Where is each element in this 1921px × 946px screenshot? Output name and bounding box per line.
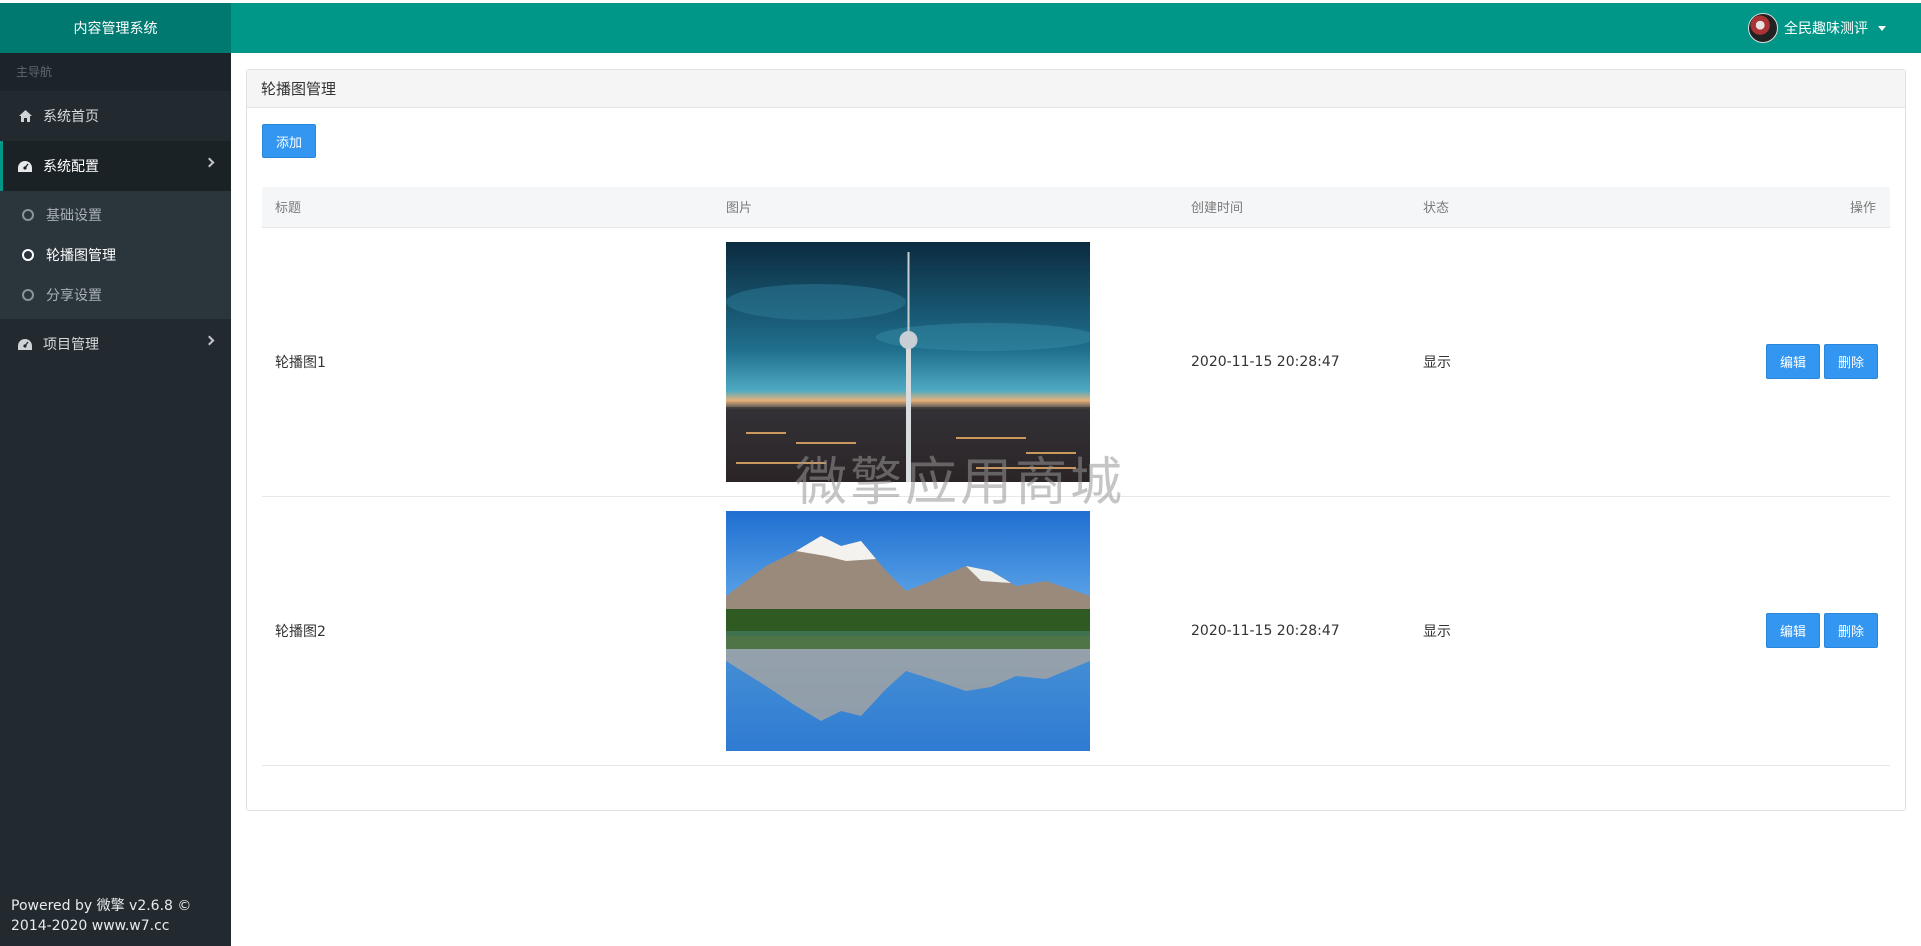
carousel-table: 标题 图片 创建时间 状态 操作 轮播图1 2020-11-15 20:28:4… — [262, 187, 1890, 766]
chevron-right-icon — [204, 157, 215, 168]
content-panel: 轮播图管理 添加 标题 图片 创建时间 状态 操作 轮播图1 2020-11-1… — [246, 69, 1906, 811]
top-bar — [0, 3, 1921, 53]
row-status: 显示 — [1423, 623, 1451, 640]
row-title: 轮播图2 — [275, 623, 326, 640]
row-image-cell — [713, 496, 1178, 765]
avatar — [1748, 13, 1778, 43]
panel-title: 轮播图管理 — [247, 70, 1905, 108]
sidebar-item-home[interactable]: 系统首页 — [0, 91, 231, 141]
sidebar-item-label: 项目管理 — [43, 337, 99, 353]
sidebar-item-project-management[interactable]: 项目管理 — [0, 319, 231, 369]
sidebar-item-label: 系统首页 — [43, 109, 99, 125]
sidebar-subitem-basic-settings[interactable]: 基础设置 — [0, 195, 231, 235]
dashboard-icon — [18, 159, 32, 173]
circle-icon — [22, 249, 34, 261]
caret-down-icon — [1878, 25, 1886, 31]
row-created: 2020-11-15 20:28:47 — [1191, 622, 1340, 639]
chevron-right-icon — [204, 335, 215, 346]
subitem-label: 基础设置 — [46, 208, 102, 224]
add-button[interactable]: 添加 — [262, 124, 316, 158]
row-title: 轮播图1 — [275, 354, 326, 371]
row-status: 显示 — [1423, 354, 1451, 371]
column-header-created: 创建时间 — [1191, 201, 1244, 217]
sidebar: 主导航 系统首页 系统配置 基础设置 轮播图管理 分享设置 项目管理 Power… — [0, 53, 231, 946]
row-actions: 编辑 删除 — [1640, 227, 1890, 496]
subitem-label: 分享设置 — [46, 288, 102, 304]
edit-button[interactable]: 编辑 — [1766, 613, 1820, 648]
circle-icon — [22, 209, 34, 221]
row-actions: 编辑 删除 — [1640, 496, 1890, 765]
footer-line: 2014-2020 www.w7.cc — [11, 918, 170, 934]
column-header-image: 图片 — [726, 201, 753, 217]
footer-line: Powered by 微擎 v2.6.8 © — [11, 898, 192, 914]
subnav: 基础设置 轮播图管理 分享设置 — [0, 191, 231, 319]
home-icon — [18, 109, 32, 123]
app-brand: 内容管理系统 — [0, 3, 231, 53]
dashboard-icon — [18, 337, 32, 351]
nav-caption: 主导航 — [0, 53, 231, 91]
sidebar-subitem-carousel[interactable]: 轮播图管理 — [0, 235, 231, 275]
subitem-label: 轮播图管理 — [46, 248, 116, 264]
row-image-cell — [713, 227, 1178, 496]
sidebar-item-label: 系统配置 — [43, 159, 99, 175]
column-header-title: 标题 — [275, 201, 302, 217]
circle-icon — [22, 289, 34, 301]
user-name: 全民趣味测评 — [1784, 21, 1868, 37]
column-header-status: 状态 — [1423, 201, 1450, 217]
edit-button[interactable]: 编辑 — [1766, 344, 1820, 379]
carousel-image-mountain — [726, 510, 1090, 751]
row-created: 2020-11-15 20:28:47 — [1191, 353, 1340, 370]
delete-button[interactable]: 删除 — [1824, 613, 1878, 648]
user-menu[interactable]: 全民趣味测评 — [1748, 3, 1886, 53]
sidebar-subitem-share-settings[interactable]: 分享设置 — [0, 275, 231, 315]
delete-button[interactable]: 删除 — [1824, 344, 1878, 379]
sidebar-footer: Powered by 微擎 v2.6.8 © 2014-2020 www.w7.… — [11, 896, 226, 936]
carousel-image-berlin — [726, 241, 1090, 482]
column-header-actions: 操作 — [1849, 201, 1876, 217]
table-row: 轮播图1 2020-11-15 20:28:47 显示 编辑 删除 — [262, 227, 1890, 496]
sidebar-item-system-config[interactable]: 系统配置 — [0, 141, 231, 191]
table-row: 轮播图2 2020-11-15 20:28:47 显示 编辑 删除 — [262, 496, 1890, 765]
table-header-row: 标题 图片 创建时间 状态 操作 — [262, 187, 1890, 227]
